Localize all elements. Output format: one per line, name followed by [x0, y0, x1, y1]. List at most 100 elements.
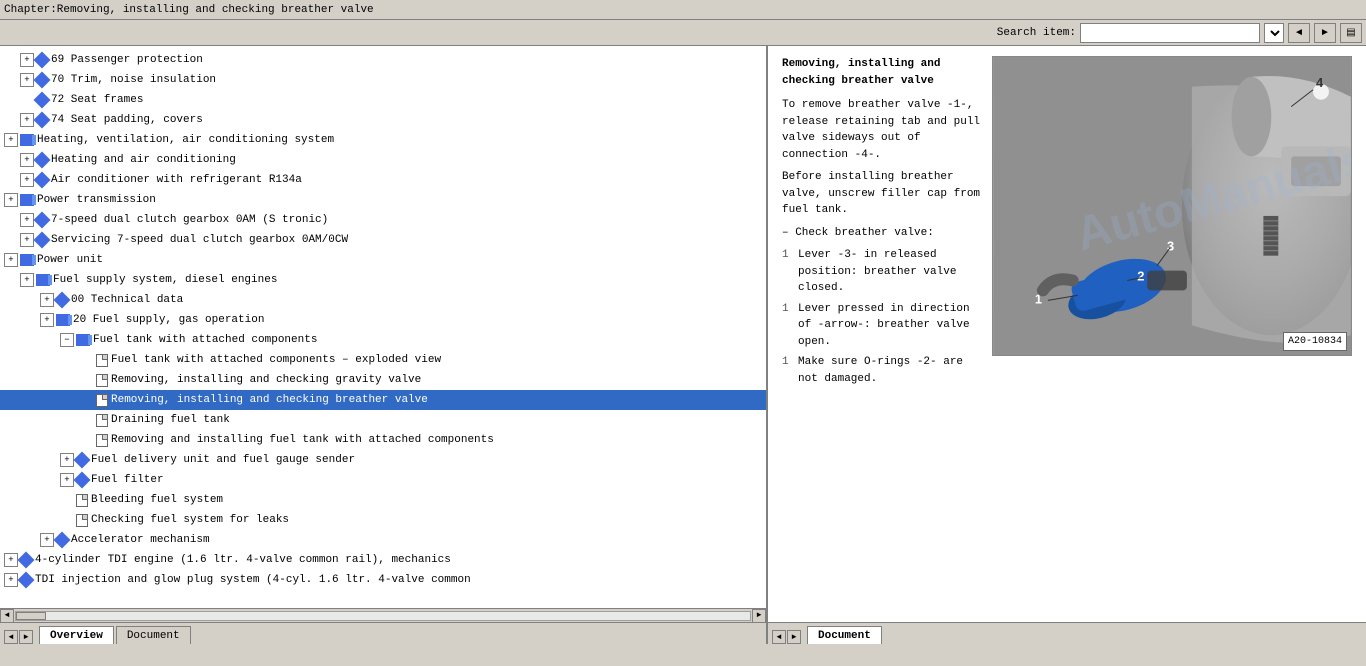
expand-btn[interactable]: + — [40, 313, 54, 327]
expand-btn[interactable]: + — [40, 533, 54, 547]
doc-item-2: 1 Lever pressed in direction of -arrow-:… — [782, 301, 982, 351]
expand-btn[interactable]: + — [4, 553, 18, 567]
svg-text:2: 2 — [1137, 269, 1144, 284]
toolbar: Search item: ◄ ► ▤ — [0, 20, 1366, 46]
tree-item[interactable]: +7-speed dual clutch gearbox 0AM (S tron… — [0, 210, 766, 230]
tree-item[interactable]: +00 Technical data — [0, 290, 766, 310]
tab-left-arrow[interactable]: ◄ — [4, 630, 18, 644]
tab-document-left[interactable]: Document — [116, 626, 191, 644]
diamond-icon — [34, 52, 51, 69]
tree-item-label: Removing, installing and checking breath… — [111, 391, 428, 409]
expand-btn[interactable]: − — [60, 333, 74, 347]
doc-image-container: 1 2 3 4 — [992, 56, 1352, 612]
tab-right-arrow[interactable]: ► — [19, 630, 33, 644]
search-next-btn[interactable]: ► — [1314, 23, 1336, 43]
scroll-thumb[interactable] — [16, 612, 46, 620]
expand-btn[interactable]: + — [20, 53, 34, 67]
search-prev-btn[interactable]: ◄ — [1288, 23, 1310, 43]
tree-item[interactable]: +Power unit — [0, 250, 766, 270]
book-icon — [20, 134, 34, 146]
tree-item[interactable]: + Fuel filter — [0, 470, 766, 490]
expand-btn[interactable]: + — [4, 193, 18, 207]
tree-item-label: Fuel supply system, diesel engines — [53, 271, 277, 289]
expand-btn[interactable]: + — [4, 133, 18, 147]
diamond-icon — [54, 292, 71, 309]
page-icon — [96, 394, 108, 407]
page-icon — [96, 374, 108, 387]
tree-item[interactable]: − Fuel tank with attached components — [0, 330, 766, 350]
tree-item[interactable]: + Accelerator mechanism — [0, 530, 766, 550]
right-tab-right-arrow[interactable]: ► — [787, 630, 801, 644]
tree-item[interactable]: +Air conditioner with refrigerant R134a — [0, 170, 766, 190]
title-bar: Chapter:Removing, installing and checkin… — [0, 0, 1366, 20]
doc-content: Removing, installing and checking breath… — [768, 46, 1366, 622]
tree-item[interactable]: + Heating, ventilation, air conditioning … — [0, 130, 766, 150]
tree-item[interactable]: +70 Trim, noise insulation — [0, 70, 766, 90]
expand-btn[interactable]: + — [4, 253, 18, 267]
tree-item-label: Heating, ventilation, air conditioning s… — [37, 131, 334, 149]
expand-btn[interactable]: + — [4, 573, 18, 587]
tab-overview[interactable]: Overview — [39, 626, 114, 644]
expand-btn[interactable]: + — [20, 233, 34, 247]
tree-item[interactable]: Removing, installing and checking gravit… — [0, 370, 766, 390]
tree-item[interactable]: +20 Fuel supply, gas operation — [0, 310, 766, 330]
book-icon — [20, 194, 34, 206]
diamond-icon — [34, 172, 51, 189]
book-icon — [76, 334, 90, 346]
tree-item[interactable]: +Servicing 7-speed dual clutch gearbox 0… — [0, 230, 766, 250]
page-icon — [96, 354, 108, 367]
right-tab-left-arrow[interactable]: ◄ — [772, 630, 786, 644]
tab-document-right[interactable]: Document — [807, 626, 882, 644]
tree-item[interactable]: Removing, installing and checking breath… — [0, 390, 766, 410]
tree-container[interactable]: +69 Passenger protection+70 Trim, noise … — [0, 46, 766, 608]
diamond-icon — [34, 152, 51, 169]
expand-btn[interactable]: + — [20, 73, 34, 87]
scroll-track — [15, 611, 751, 621]
tree-item[interactable]: 72 Seat frames — [0, 90, 766, 110]
search-options-btn[interactable]: ▤ — [1340, 23, 1362, 43]
diamond-icon — [34, 92, 51, 109]
tree-item[interactable]: Removing and installing fuel tank with a… — [0, 430, 766, 450]
scroll-right-btn[interactable]: ► — [752, 609, 766, 623]
tree-item[interactable]: +69 Passenger protection — [0, 50, 766, 70]
tree-item-label: Power transmission — [37, 191, 156, 209]
tree-item[interactable]: +Fuel delivery unit and fuel gauge sende… — [0, 450, 766, 470]
tree-item-label: Checking fuel system for leaks — [91, 511, 289, 529]
search-input[interactable] — [1080, 23, 1260, 43]
title-text: Chapter:Removing, installing and checkin… — [4, 4, 374, 16]
tree-item[interactable]: +4-cylinder TDI engine (1.6 ltr. 4-valve… — [0, 550, 766, 570]
diamond-icon — [34, 232, 51, 249]
tree-item-label: TDI injection and glow plug system (4-cy… — [35, 571, 471, 589]
doc-image: 1 2 3 4 — [992, 56, 1352, 356]
expand-btn[interactable]: + — [60, 453, 74, 467]
expand-btn[interactable]: + — [20, 273, 34, 287]
tree-item[interactable]: + Heating and air conditioning — [0, 150, 766, 170]
expand-btn[interactable]: + — [20, 213, 34, 227]
tree-item[interactable]: Draining fuel tank — [0, 410, 766, 430]
tree-item-label: Fuel tank with attached components — [93, 331, 317, 349]
scroll-left-btn[interactable]: ◄ — [0, 609, 14, 623]
tree-item[interactable]: +74 Seat padding, covers — [0, 110, 766, 130]
diamond-icon — [18, 572, 35, 589]
doc-check-label: – Check breather valve: — [782, 225, 982, 242]
tree-item[interactable]: Bleeding fuel system — [0, 490, 766, 510]
expand-btn[interactable]: + — [40, 293, 54, 307]
tree-item-label: Fuel filter — [91, 471, 164, 489]
tree-item[interactable]: + TDI injection and glow plug system (4-c… — [0, 570, 766, 590]
expand-btn[interactable]: + — [20, 153, 34, 167]
tree-item[interactable]: + Fuel supply system, diesel engines — [0, 270, 766, 290]
tree-item-label: Heating and air conditioning — [51, 151, 236, 169]
expand-btn[interactable]: + — [20, 173, 34, 187]
tree-item[interactable]: Fuel tank with attached components – exp… — [0, 350, 766, 370]
doc-para-1: To remove breather valve -1-, release re… — [782, 97, 982, 163]
tree-item[interactable]: Checking fuel system for leaks — [0, 510, 766, 530]
tree-item-label: Accelerator mechanism — [71, 531, 210, 549]
search-dropdown[interactable] — [1264, 23, 1284, 43]
tab-scroll-arrows: ◄ ► — [4, 630, 33, 644]
tree-item[interactable]: + Power transmission — [0, 190, 766, 210]
h-scrollbar[interactable]: ◄ ► — [0, 608, 766, 622]
expand-btn[interactable]: + — [20, 113, 34, 127]
tree-item-label: 7-speed dual clutch gearbox 0AM (S troni… — [51, 211, 328, 229]
diamond-icon — [74, 452, 91, 469]
expand-btn[interactable]: + — [60, 473, 74, 487]
